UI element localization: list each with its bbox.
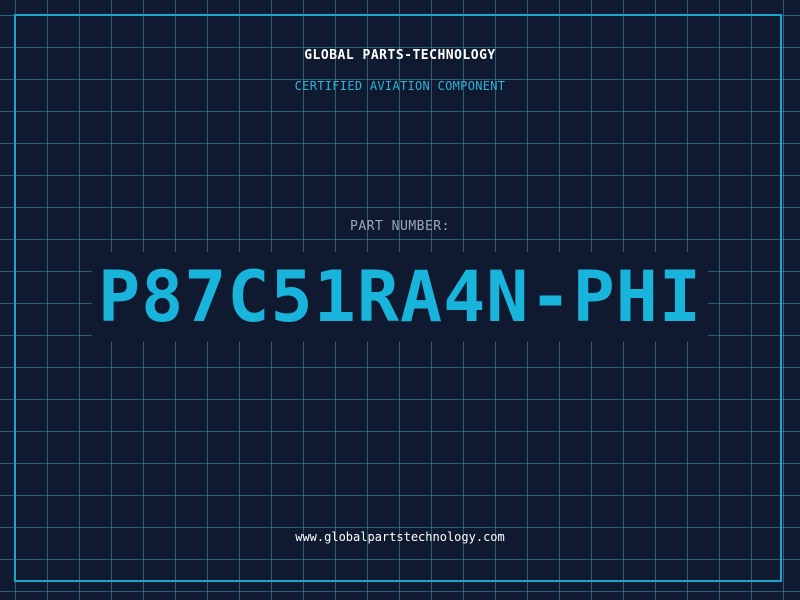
company-name: GLOBAL PARTS-TECHNOLOGY xyxy=(304,48,496,63)
part-number-text: P87C51RA4N-PHI xyxy=(91,252,708,342)
part-number-value: P87C51RA4N-PHI xyxy=(0,252,800,342)
website-url: www.globalpartstechnology.com xyxy=(295,530,505,544)
certificate-canvas: GLOBAL PARTS-TECHNOLOGY CERTIFIED AVIATI… xyxy=(0,0,800,600)
part-number-label: PART NUMBER: xyxy=(350,219,450,234)
certification-subtitle: CERTIFIED AVIATION COMPONENT xyxy=(294,79,506,93)
